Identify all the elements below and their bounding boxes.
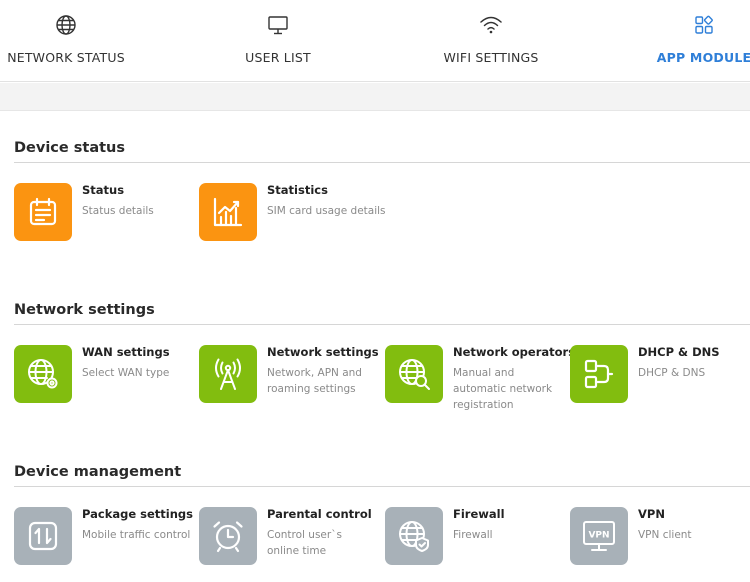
card-package-settings[interactable]: Package settings Mobile traffic control [14,507,193,565]
card-title: VPN [638,507,665,521]
globe-shield-icon [385,507,443,565]
wan-globe-gear-icon [14,345,72,403]
section-network-settings: Network settings [14,299,750,325]
card-description: Select WAN type [82,367,170,379]
card-description: Firewall [453,529,493,541]
section-divider [14,324,750,325]
card-description: Network, APN and roaming settings [267,367,362,395]
globe-search-icon [385,345,443,403]
nav-tab-label: APP MODULE [656,50,750,65]
top-navigation: NETWORK STATUS USER LIST WIFI SETTINGS A… [0,0,750,82]
card-description: Mobile traffic control [82,529,191,541]
nav-tab-label: NETWORK STATUS [7,50,125,65]
status-clipboard-icon [14,183,72,241]
svg-text:VPN: VPN [588,531,609,541]
nav-tab-network-status[interactable]: NETWORK STATUS [7,0,125,82]
wifi-icon [479,14,503,36]
section-divider [14,486,750,487]
card-description: Status details [82,205,154,217]
section-title: Device status [14,140,126,156]
card-wan-settings[interactable]: WAN settings Select WAN type [14,345,192,403]
card-vpn[interactable]: VPN VPN VPN client [570,507,748,565]
card-title: Statistics [267,183,328,197]
antenna-tower-icon [199,345,257,403]
nav-tab-label: WIFI SETTINGS [443,50,539,65]
card-dhcp-dns[interactable]: DHCP & DNS DHCP & DNS [570,345,748,403]
card-firewall[interactable]: Firewall Firewall [385,507,563,565]
card-title: Network settings [267,345,379,359]
section-divider [14,162,750,163]
card-title: Status [82,183,125,197]
statistics-chart-icon [199,183,257,241]
header-band [0,83,750,111]
section-device-status: Device status [14,137,750,163]
card-title: Firewall [453,507,505,521]
app-grid-icon [693,14,715,36]
card-title: WAN settings [82,345,170,359]
card-parental-control[interactable]: Parental control Control user`s online t… [199,507,377,565]
card-description: SIM card usage details [267,205,386,217]
card-description: VPN client [638,529,692,541]
card-statistics[interactable]: Statistics SIM card usage details [199,183,397,241]
card-title: DHCP & DNS [638,345,720,359]
section-title: Device management [14,464,182,480]
section-title: Network settings [14,302,155,318]
card-status[interactable]: Status Status details [14,183,192,241]
globe-icon [55,14,77,36]
card-title: Network operators [453,345,576,359]
card-description: Control user`s online time [267,529,342,557]
nav-tab-app-module[interactable]: APP MODULE [657,0,750,82]
traffic-arrows-icon [14,507,72,565]
nav-tab-wifi-settings[interactable]: WIFI SETTINGS [443,0,539,82]
card-description: Manual and automatic network registratio… [453,367,553,411]
nav-tab-user-list[interactable]: USER LIST [238,0,318,82]
nav-tab-label: USER LIST [245,50,311,65]
card-network-operators[interactable]: Network operators Manual and automatic n… [385,345,576,413]
dhcp-blocks-icon [570,345,628,403]
card-title: Package settings [82,507,193,521]
card-description: DHCP & DNS [638,367,706,379]
vpn-monitor-icon: VPN [570,507,628,565]
monitor-icon [267,14,289,36]
card-network-settings[interactable]: Network settings Network, APN and roamin… [199,345,379,403]
section-device-management: Device management [14,461,750,487]
alarm-clock-icon [199,507,257,565]
card-title: Parental control [267,507,372,521]
